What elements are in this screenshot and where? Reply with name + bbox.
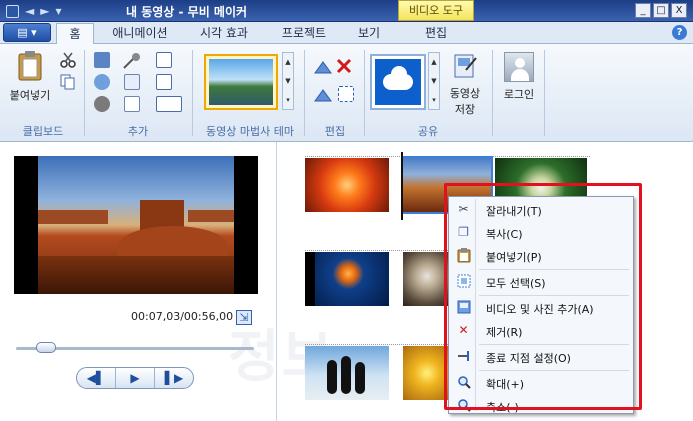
theme-gallery-scroller[interactable]: ▲ ▼ ▾ [282,52,294,110]
snapshot-icon[interactable] [124,74,140,90]
gallery-down-icon[interactable]: ▼ [283,72,293,91]
tab-visual-effects[interactable]: 시각 효과 [188,23,260,44]
tab-view[interactable]: 보기 [346,23,392,44]
save-movie-button[interactable]: 동영상 저장 [444,52,486,117]
undo-icon[interactable]: ◄ [25,4,34,18]
share-gallery-down-icon[interactable]: ▼ [429,72,439,91]
save-movie-label-2: 저장 [454,103,476,116]
group-divider [364,50,365,136]
rotate-left-icon[interactable] [314,60,332,74]
paste-label: 붙여넣기 [9,89,51,102]
tab-home[interactable]: 홈 [56,23,94,44]
group-label-clipboard: 클립보드 [22,125,64,138]
redo-icon[interactable]: ► [40,4,49,18]
cloud-icon [383,66,413,90]
group-divider [84,50,85,136]
share-gallery-scroller[interactable]: ▲ ▼ ▾ [428,52,440,110]
group-divider [492,50,493,136]
user-avatar-icon [504,52,534,82]
rotate-right-icon[interactable] [314,88,332,102]
landscape-thumbnail-image [209,59,273,105]
clip-flower-orange[interactable] [305,158,389,212]
copy-icon[interactable] [60,74,76,90]
title-bar: ◄ ► ▾ 내 동영상 - 무비 메이커 비디오 도구 _ □ X [0,0,693,22]
credits-icon[interactable] [156,96,182,112]
mesa-right-shape [188,210,234,222]
automovie-theme-thumbnail[interactable] [204,54,278,110]
highlight-box [444,183,642,410]
webcam-icon[interactable] [94,96,110,112]
preview-frame-image [38,156,234,294]
cut-icon[interactable] [60,52,76,68]
qat-dropdown-icon[interactable]: ▾ [55,4,61,18]
share-skydrive-thumbnail[interactable] [370,54,426,110]
group-label-share: 공유 [417,125,439,138]
quick-access-toolbar: ◄ ► ▾ [6,2,62,20]
ribbon: 붙여넣기 클립보드 추가 ▲ ▼ ▾ 동영상 마법사 테마 편집 ▲ ▼ ▾ 동… [0,44,693,142]
add-videos-icon[interactable] [94,52,110,68]
tab-animations[interactable]: 애니메이션 [104,23,176,44]
share-gallery-more-icon[interactable]: ▾ [429,91,439,110]
group-label-edit: 편집 [324,125,346,138]
seek-thumb[interactable] [35,342,56,353]
next-frame-button[interactable]: ▌▶ [155,368,193,388]
group-label-add: 추가 [127,125,149,138]
help-icon[interactable]: ? [672,25,687,40]
paste-icon [18,51,42,81]
paste-button[interactable]: 붙여넣기 [6,50,54,103]
group-divider [304,50,305,136]
group-divider [544,50,545,136]
fullscreen-icon[interactable]: ⇲ [236,310,252,325]
save-movie-icon [454,54,477,78]
share-gallery-up-icon[interactable]: ▲ [429,53,439,72]
timecode: 00:07,03/00:56,00 [131,310,234,323]
tab-edit[interactable]: 편집 [398,23,474,44]
narration-icon[interactable] [122,52,144,70]
video-tools-context-tab: 비디오 도구 [398,0,474,21]
clip-jellyfish[interactable] [315,252,389,306]
group-divider [192,50,193,136]
ground-shape [38,256,234,294]
clip-penguins[interactable] [305,346,389,400]
video-preview[interactable] [14,156,258,294]
close-button[interactable]: X [671,3,687,18]
gallery-more-icon[interactable]: ▾ [283,91,293,110]
gallery-up-icon[interactable]: ▲ [283,53,293,72]
play-button[interactable]: ▶ [116,368,155,388]
file-menu-button[interactable]: ▤ ▾ [3,23,51,42]
main-workspace: 정보 00:07,03/00:56,00 ⇲ ◀▌ ▶ ▌▶ ✂ 잘라내기(T)… [0,142,693,421]
title-icon[interactable] [156,52,172,68]
sign-in-button[interactable]: 로그인 [498,52,540,102]
window-title: 내 동영상 - 무비 메이커 [126,5,248,19]
minimize-button[interactable]: _ [635,3,651,18]
sign-in-label: 로그인 [503,88,535,101]
tab-project[interactable]: 프로젝트 [272,23,336,44]
playback-controls: ◀▌ ▶ ▌▶ [76,367,194,389]
window-controls: _ □ X [635,3,687,18]
pane-divider[interactable] [276,142,277,421]
add-music-icon[interactable] [94,74,110,90]
previous-frame-button[interactable]: ◀▌ [77,368,116,388]
mesa-left-shape [38,210,108,224]
ribbon-tab-bar: ▤ ▾ 홈 애니메이션 시각 효과 프로젝트 보기 편집 ? [0,22,693,44]
select-all-icon[interactable] [338,86,354,102]
maximize-button[interactable]: □ [653,3,669,18]
photo-icon[interactable] [124,96,140,112]
save-movie-label-1: 동영상 [449,87,481,100]
group-label-automovie: 동영상 마법사 테마 [206,125,294,138]
caption-icon[interactable] [156,74,172,90]
remove-icon[interactable] [336,58,352,74]
playhead[interactable] [401,152,403,220]
app-menu-icon[interactable] [6,4,19,18]
